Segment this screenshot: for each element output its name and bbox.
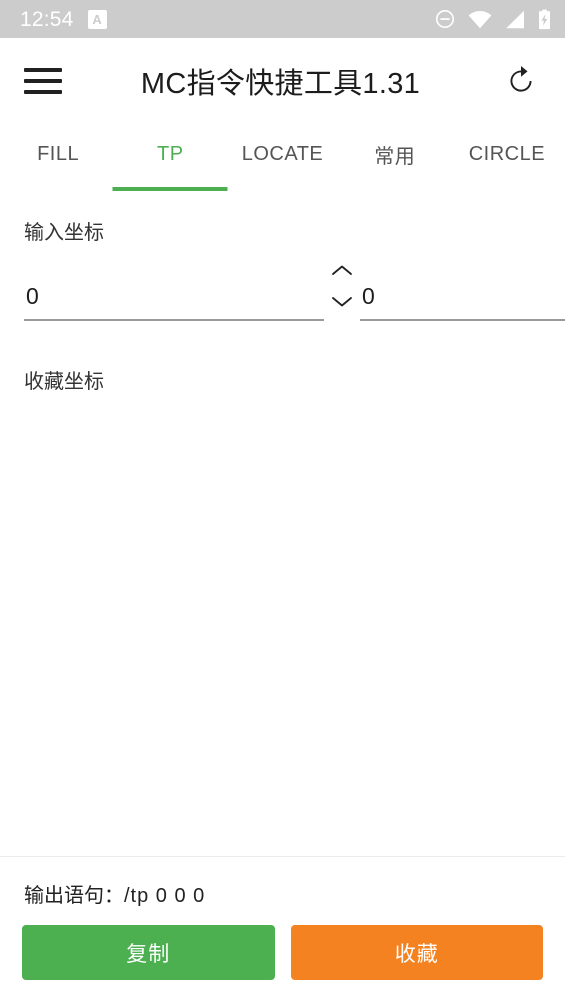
app-bar: MC指令快捷工具1.31 [0,38,565,123]
bottom-bar: 输出语句： /tp 0 0 0 复制 收藏 [0,856,565,1004]
menu-line [24,67,62,72]
status-bar-left: 12:54 A [20,9,107,30]
output-prefix-label: 输出语句： [24,885,124,907]
chevron-up-icon[interactable] [331,263,353,281]
tab-label: LOCATE [241,142,324,165]
favorite-button[interactable]: 收藏 [290,925,543,980]
status-bar-right [435,9,551,30]
copy-button[interactable]: 复制 [22,925,275,980]
main-content: 输入坐标 0 0 收藏坐标 [0,191,565,856]
tab-label: TP [157,142,184,165]
coordinate-inputs-row [0,245,565,321]
coordinate-group-y [360,263,565,321]
wifi-icon [468,10,492,29]
tab-label: CIRCLE [468,142,546,165]
action-button-row: 复制 收藏 [22,908,543,980]
tab-label: FILL [37,142,80,165]
app-screen: 12:54 A MC指令快捷工具1.31 FILL TP LOCATE 常用 C… [0,0,565,1004]
coordinate-input-y[interactable] [360,277,565,321]
tab-common[interactable]: 常用 [339,123,451,191]
chevron-down-icon[interactable] [331,295,353,313]
do-not-disturb-icon [435,9,455,29]
coordinate-input-x[interactable] [24,277,324,321]
output-statement: 输出语句： /tp 0 0 0 [22,857,543,908]
menu-line [24,89,62,94]
ime-indicator-label: A [92,11,102,27]
battery-charging-icon [538,9,551,30]
tab-bar: FILL TP LOCATE 常用 CIRCLE [0,123,565,191]
app-title: MC指令快捷工具1.31 [140,67,421,100]
menu-line [24,78,62,83]
ime-indicator-icon: A [87,9,107,29]
favorite-coordinates-label: 收藏坐标 [24,371,104,393]
tab-label: 常用 [374,145,416,168]
tab-circle[interactable]: CIRCLE [451,123,563,191]
tab-fill[interactable]: FILL [2,123,114,191]
tab-tp[interactable]: TP [114,123,226,191]
input-coordinates-label: 输入坐标 [24,222,104,244]
refresh-icon[interactable] [499,59,543,103]
status-clock: 12:54 [20,7,74,31]
cellular-signal-icon [505,10,525,29]
stepper-x[interactable] [324,263,360,321]
output-command-text: /tp 0 0 0 [124,885,206,907]
status-bar: 12:54 A [0,0,565,38]
tab-locate[interactable]: LOCATE [226,123,338,191]
coordinate-group-x [24,263,360,321]
hamburger-menu-icon[interactable] [24,60,66,102]
